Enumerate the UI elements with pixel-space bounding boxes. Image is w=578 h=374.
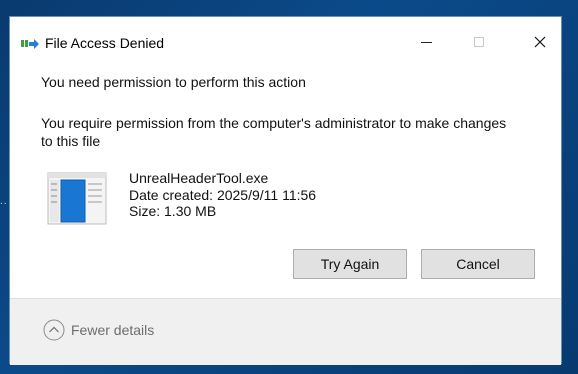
secondary-message: You require permission from the computer… xyxy=(41,115,507,149)
chevron-up-circle-icon[interactable] xyxy=(43,319,65,341)
try-again-button[interactable]: Try Again xyxy=(293,249,407,279)
maximize-button[interactable] xyxy=(456,27,502,57)
exe-file-icon xyxy=(47,172,107,225)
title-bar[interactable]: File Access Denied xyxy=(10,17,561,57)
minimize-button[interactable] xyxy=(403,27,449,57)
minimize-icon xyxy=(420,41,432,43)
desktop-icon-label-fragment: .. xyxy=(0,196,8,207)
close-icon xyxy=(534,36,546,48)
file-move-icon xyxy=(21,39,39,49)
file-name: UnrealHeaderTool.exe xyxy=(129,170,269,186)
file-access-denied-dialog: File Access Denied You need permission t… xyxy=(9,16,562,365)
file-size: Size: 1.30 MB xyxy=(129,203,217,219)
file-details: UnrealHeaderTool.exe Date created: 2025/… xyxy=(129,170,316,220)
close-button[interactable] xyxy=(517,27,563,57)
primary-message: You need permission to perform this acti… xyxy=(41,74,306,90)
details-footer: Fewer details xyxy=(10,298,561,365)
cancel-button[interactable]: Cancel xyxy=(421,249,535,279)
file-date-created: Date created: 2025/9/11 11:56 xyxy=(129,186,317,203)
maximize-icon xyxy=(474,37,484,47)
fewer-details-link[interactable]: Fewer details xyxy=(71,322,154,338)
dialog-title: File Access Denied xyxy=(45,35,165,51)
